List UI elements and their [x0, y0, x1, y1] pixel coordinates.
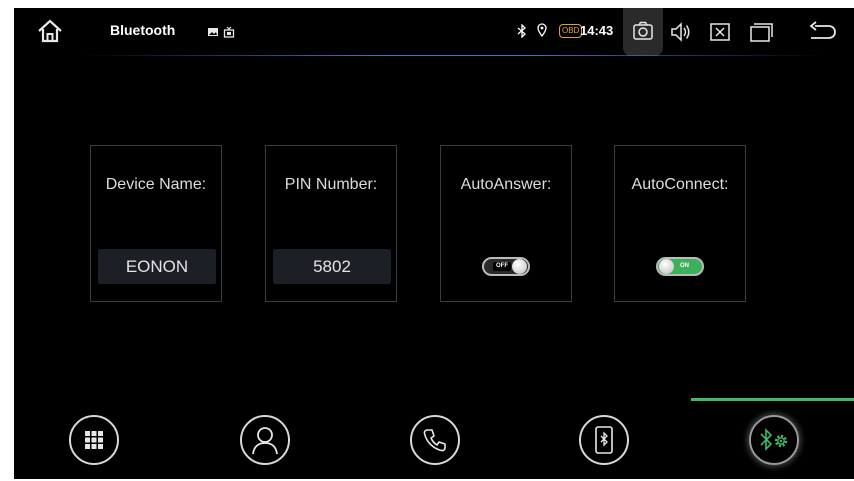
- status-bar-divider: [84, 55, 824, 56]
- toggle-knob: [659, 259, 674, 274]
- screenshot-button[interactable]: [623, 8, 663, 56]
- device-name-label: Device Name:: [105, 176, 207, 193]
- bluetooth-status-icon: [517, 24, 526, 38]
- contacts-button[interactable]: [240, 415, 290, 465]
- bluetooth-settings-icon: [760, 428, 788, 451]
- auto-answer-toggle-text: OFF: [493, 262, 511, 271]
- obd-badge: OBD: [559, 24, 583, 38]
- image-notification-icon: [208, 28, 218, 36]
- auto-answer-label: AutoAnswer:: [460, 176, 552, 193]
- close-app-icon[interactable]: [708, 20, 732, 44]
- auto-answer-toggle[interactable]: OFF: [482, 257, 530, 276]
- active-tab-indicator: [691, 398, 854, 401]
- volume-icon[interactable]: [669, 20, 693, 44]
- device-name-card: Device Name: EONON: [90, 145, 222, 302]
- contacts-icon: [252, 427, 278, 455]
- toggle-knob: [512, 259, 527, 274]
- pin-number-field[interactable]: 5802: [273, 249, 391, 284]
- pin-number-card: PIN Number: 5802: [265, 145, 397, 302]
- back-icon[interactable]: [807, 20, 837, 44]
- screen: Bluetooth OBD 14:43 Device Name: EONON P…: [14, 8, 854, 479]
- page-title: Bluetooth: [110, 22, 176, 38]
- phone-icon: [423, 429, 446, 452]
- camera-icon: [633, 21, 653, 40]
- car-notification-icon: [223, 26, 235, 38]
- bluetooth-device-button[interactable]: [579, 415, 629, 465]
- auto-answer-card: AutoAnswer: OFF: [440, 145, 572, 302]
- recent-apps-icon[interactable]: [749, 20, 773, 44]
- auto-connect-toggle[interactable]: ON: [656, 257, 704, 276]
- home-icon[interactable]: [36, 18, 64, 44]
- pin-number-label: PIN Number:: [284, 176, 378, 193]
- bluetooth-device-icon: [595, 426, 613, 454]
- auto-connect-toggle-text: ON: [680, 263, 689, 269]
- keypad-button[interactable]: [69, 415, 119, 465]
- auto-connect-card: AutoConnect: ON: [614, 145, 746, 302]
- location-icon: [537, 23, 547, 37]
- device-name-field[interactable]: EONON: [98, 249, 216, 284]
- status-bar: Bluetooth OBD 14:43: [14, 8, 854, 56]
- auto-connect-label: AutoConnect:: [631, 176, 729, 193]
- call-log-button[interactable]: [410, 415, 460, 465]
- bluetooth-settings-button[interactable]: [749, 415, 799, 465]
- keypad-icon: [85, 431, 103, 449]
- clock: 14:43: [580, 23, 614, 38]
